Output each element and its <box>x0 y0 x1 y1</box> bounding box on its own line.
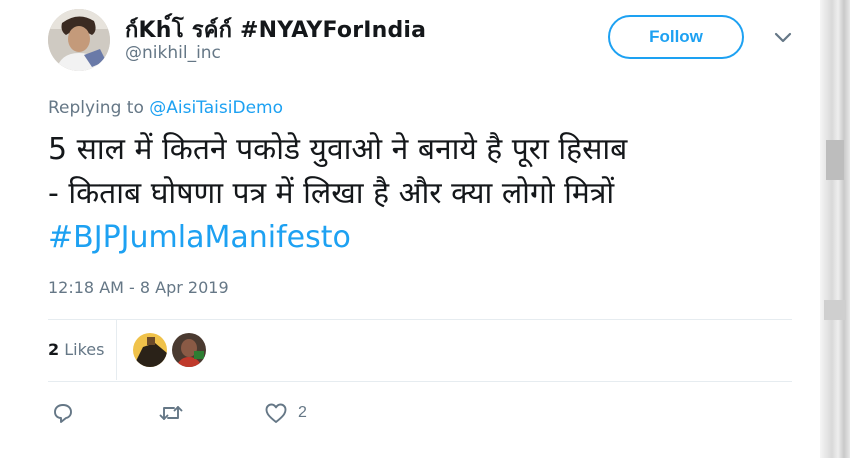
background-shape <box>826 140 844 180</box>
tweet-text-line: - किताब घोषणा पत्र में लिखा है और क्या ल… <box>48 176 615 211</box>
replying-to-link[interactable]: @AisiTaisiDemo <box>149 98 283 118</box>
background-strip <box>820 0 850 458</box>
divider <box>48 319 792 320</box>
retweet-icon <box>158 402 184 424</box>
background-shape <box>824 300 846 320</box>
heart-icon <box>264 402 288 424</box>
avatar[interactable] <box>48 9 110 71</box>
stats-separator <box>116 320 117 380</box>
liker-avatar[interactable] <box>172 333 206 367</box>
hashtag-link[interactable]: #BJPJumlaManifesto <box>48 216 808 260</box>
chevron-down-icon[interactable] <box>772 30 794 46</box>
tweet-card: ก์Kh์โ รค์ก์ #NYAYForIndia @nikhil_inc F… <box>0 0 820 458</box>
tweet-text-line: 5 साल में कितने पकोडे युवाओ ने बनाये है … <box>48 132 628 167</box>
liker-avatar[interactable] <box>133 333 167 367</box>
likes-stat[interactable]: 2 Likes <box>48 340 104 359</box>
user-handle[interactable]: @nikhil_inc <box>125 43 221 63</box>
replying-to: Replying to @AisiTaisiDemo <box>48 98 283 118</box>
like-button[interactable]: 2 <box>264 400 307 426</box>
tweet-timestamp[interactable]: 12:18 AM - 8 Apr 2019 <box>48 278 229 297</box>
divider <box>48 381 792 382</box>
follow-button[interactable]: Follow <box>608 15 744 59</box>
reply-button[interactable] <box>52 400 74 426</box>
likes-count: 2 <box>48 340 60 359</box>
display-name[interactable]: ก์Kh์โ รค์ก์ #NYAYForIndia <box>125 12 426 47</box>
reply-icon <box>52 402 74 424</box>
tweet-text: 5 साल में कितने पकोडे युवाओ ने बनाये है … <box>48 128 808 260</box>
replying-prefix: Replying to <box>48 98 150 118</box>
likes-label: Likes <box>59 340 105 359</box>
like-count: 2 <box>298 404 307 421</box>
retweet-button[interactable] <box>158 400 184 426</box>
